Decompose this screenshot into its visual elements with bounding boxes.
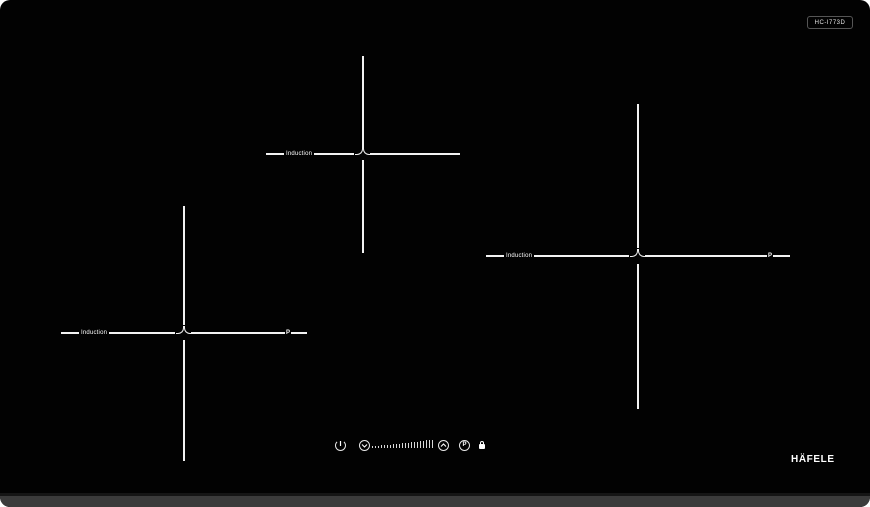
boost-label: P bbox=[767, 252, 774, 260]
induction-cooktop: HC-I773D Induction Induction P Induction… bbox=[0, 0, 870, 507]
zone-tick bbox=[183, 312, 185, 316]
zone-corner bbox=[355, 147, 363, 155]
power-button[interactable] bbox=[335, 440, 346, 451]
brand-logo: HÄFELE bbox=[791, 454, 835, 465]
zone-vertical-line bbox=[183, 206, 185, 325]
power-icon bbox=[339, 441, 342, 446]
zone-corner bbox=[630, 249, 638, 257]
chevron-up-icon bbox=[440, 443, 447, 447]
chevron-down-icon bbox=[361, 444, 368, 448]
zone-tick bbox=[637, 272, 639, 276]
lock-icon[interactable] bbox=[479, 441, 485, 449]
zone-label: Induction bbox=[79, 329, 110, 337]
zone-label: Induction bbox=[284, 150, 315, 158]
zone-vertical-line bbox=[637, 104, 639, 248]
pause-button[interactable]: P bbox=[459, 440, 470, 451]
cooktop-frame-edge bbox=[0, 493, 870, 507]
zone-corner bbox=[176, 326, 184, 334]
zone-corner bbox=[638, 249, 646, 257]
boost-label: P bbox=[285, 329, 292, 337]
zone-horizontal-line bbox=[370, 153, 460, 155]
power-level-slider[interactable] bbox=[372, 440, 434, 450]
zone-corner bbox=[184, 326, 192, 334]
zone-tick bbox=[183, 349, 185, 353]
model-label: HC-I773D bbox=[807, 16, 853, 29]
plus-button[interactable] bbox=[438, 440, 449, 451]
zone-label: Induction bbox=[504, 252, 535, 260]
zone-corner bbox=[363, 147, 371, 155]
zone-vertical-line bbox=[637, 264, 639, 409]
zone-tick bbox=[362, 170, 364, 174]
minus-button[interactable] bbox=[359, 440, 370, 451]
zone-tick bbox=[362, 134, 364, 138]
zone-vertical-line bbox=[183, 340, 185, 461]
zone-tick bbox=[637, 236, 639, 240]
